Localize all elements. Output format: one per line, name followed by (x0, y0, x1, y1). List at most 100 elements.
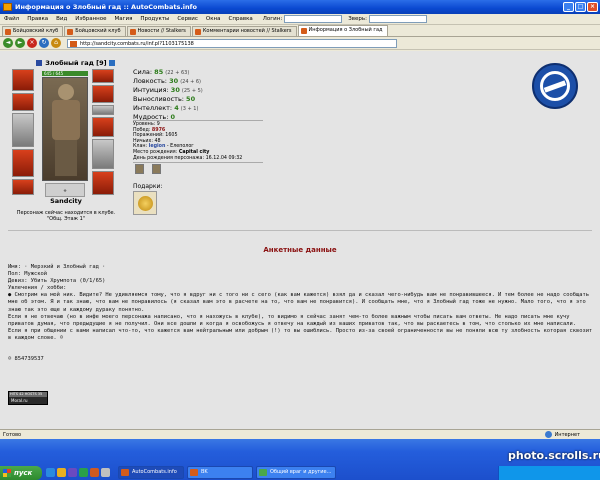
address-bar[interactable]: http://sandcity.combats.ru/inf.pl?110317… (67, 38, 397, 48)
profile-motto: Девиз: Убить Хрумпота (0/1/65) (8, 278, 106, 285)
character-location: Персонаж сейчас находится в клубе. "Общ.… (16, 210, 116, 222)
start-button[interactable]: пуск (0, 466, 42, 480)
menu-magic[interactable]: Магия (111, 16, 137, 22)
gifts-label: Подарки: (133, 183, 163, 190)
mug-icon[interactable] (135, 164, 144, 174)
close-button[interactable]: × (587, 2, 598, 12)
stat-agility: Ловкость: 30 (24 + 6) (133, 77, 202, 85)
tab-club-2[interactable]: Бойцовский клуб (64, 26, 126, 36)
equipment-panel: Злобный гад [9] 645 / 645 ❖ Sandcity Пер… (12, 59, 120, 241)
profile-para-1: ● Смотрим на мой ник. Видите? Не удивляе… (8, 292, 589, 313)
menu-windows[interactable]: Окна (202, 16, 225, 22)
clan-link[interactable]: legion (149, 144, 166, 149)
profile-icq: ☺ 854739537 (8, 356, 44, 363)
zver-label: Зверь: (348, 16, 367, 22)
maximize-button[interactable]: □ (575, 2, 586, 12)
login-field-group: Логин: (262, 15, 343, 23)
menu-file[interactable]: Файл (0, 16, 23, 22)
system-tray (498, 466, 600, 480)
info-icon[interactable] (108, 60, 115, 66)
media-quicklaunch-icon[interactable] (68, 468, 77, 477)
armor-slot[interactable] (12, 149, 34, 177)
desktop-quicklaunch-icon[interactable] (79, 468, 88, 477)
refresh-icon[interactable]: ↻ (39, 38, 49, 48)
tab-comments[interactable]: Комментарии новостей // Stalkers (191, 26, 297, 36)
clan-icon (36, 60, 42, 66)
info-birthday: День рождения персонажа: 16.12.04 09:32 (133, 155, 243, 161)
character-name-line: Злобный гад [9] (36, 59, 126, 67)
watermark-text: photo.scrolls.ru (508, 449, 600, 462)
tab-news[interactable]: Новости // Stalkers (126, 26, 191, 36)
stat-strength: Сила: 85 (22 + 63) (133, 68, 190, 76)
menu-view[interactable]: Вид (52, 16, 71, 22)
zver-select[interactable] (368, 15, 427, 23)
status-text: Готово (3, 431, 22, 438)
home-icon[interactable]: ⌂ (51, 38, 61, 48)
window-title: Информация о Злобный гад :: AutoCombats.… (15, 3, 197, 11)
navigation-bar: ◄ ► × ↻ ⌂ http://sandcity.combats.ru/inf… (0, 37, 600, 50)
profile-name: Имя: · Мерзкий и Злобный гад · (8, 264, 106, 270)
stat-intellect: Интеллект: 4 (3 + 1) (133, 104, 199, 112)
shield-slot[interactable] (92, 139, 114, 169)
menu-help[interactable]: Справка (225, 16, 257, 22)
tools-row (135, 164, 161, 174)
weapon-slot[interactable] (12, 113, 34, 147)
belt-slot[interactable] (12, 179, 34, 195)
stop-icon[interactable]: × (27, 38, 37, 48)
hit-counter-badge[interactable]: HITS 42 HOSTS 35 Moral.ru (8, 391, 48, 405)
task-messenger[interactable]: Общий враг и другие... (256, 466, 336, 479)
profile-text: Имя: · Мерзкий и Злобный гад · Пол: Мужс… (8, 264, 594, 363)
necklace-slot[interactable] (12, 93, 34, 111)
status-bar: Готово Интернет (0, 429, 600, 439)
menu-edit[interactable]: Правка (23, 16, 52, 22)
zver-field-group: Зверь: (348, 15, 427, 23)
menu-service[interactable]: Сервис (173, 16, 202, 22)
club-emblem-icon: ❖ (45, 183, 85, 197)
character-figure (42, 77, 88, 181)
page-icon (300, 28, 307, 34)
login-input[interactable] (284, 15, 343, 23)
page-icon (194, 29, 201, 35)
helmet-slot[interactable] (12, 69, 34, 91)
gloves-slot[interactable] (92, 117, 114, 137)
site-logo-icon[interactable] (532, 63, 578, 109)
forward-arrow-icon[interactable]: ► (15, 38, 25, 48)
task-autocombats[interactable]: AutoCombats.info (118, 466, 184, 479)
app-quicklaunch-icon[interactable] (90, 468, 99, 477)
scroll-icon[interactable] (152, 164, 161, 174)
window-title-bar: Информация о Злобный гад :: AutoCombats.… (0, 0, 600, 14)
login-label: Логин: (262, 16, 283, 22)
back-arrow-icon[interactable]: ◄ (3, 38, 13, 48)
page-content: Злобный гад [9] 645 / 645 ❖ Sandcity Пер… (0, 51, 600, 429)
page-icon (70, 40, 77, 47)
earrings-slot[interactable] (92, 69, 114, 83)
tab-info-active[interactable]: Информация о Злобный гад (297, 25, 388, 36)
menu-favorites[interactable]: Избранное (71, 16, 110, 22)
character-level: [9] (96, 59, 107, 67)
character-name: Злобный гад (45, 59, 94, 67)
stats-panel: Сила: 85 (22 + 63) Ловкость: 30 (24 + 6)… (133, 68, 293, 122)
profile-para-2: Если я не отвечаю (но в инфе моего персо… (8, 313, 576, 327)
browser-icon (121, 469, 129, 476)
browser-icon (190, 469, 198, 476)
tab-club-1[interactable]: Бойцовский клуб (2, 26, 64, 36)
hp-bar: 645 / 645 (42, 71, 88, 76)
address-url: http://sandcity.combats.ru/inf.pl?110317… (80, 40, 194, 47)
task-bk[interactable]: BK (187, 466, 253, 479)
menu-bar: Файл Правка Вид Избранное Магия Продукты… (0, 14, 600, 25)
menu-products[interactable]: Продукты (136, 16, 173, 22)
chat-icon (259, 469, 267, 476)
ring-slots[interactable] (92, 105, 114, 115)
bracer-slot[interactable] (92, 85, 114, 103)
globe-icon (544, 431, 552, 438)
anketa-title: Анкетные данные (263, 246, 337, 254)
app-icon (3, 3, 12, 11)
gift-item[interactable] (133, 191, 157, 215)
ie-quicklaunch-icon[interactable] (46, 468, 55, 477)
windows-flag-icon (3, 469, 11, 477)
minimize-button[interactable]: _ (563, 2, 574, 12)
boots-slot[interactable] (92, 171, 114, 195)
folder-quicklaunch-icon[interactable] (57, 468, 66, 477)
stat-intuition: Интуиция: 30 (25 + 5) (133, 86, 203, 94)
misc-quicklaunch-icon[interactable] (101, 468, 110, 477)
